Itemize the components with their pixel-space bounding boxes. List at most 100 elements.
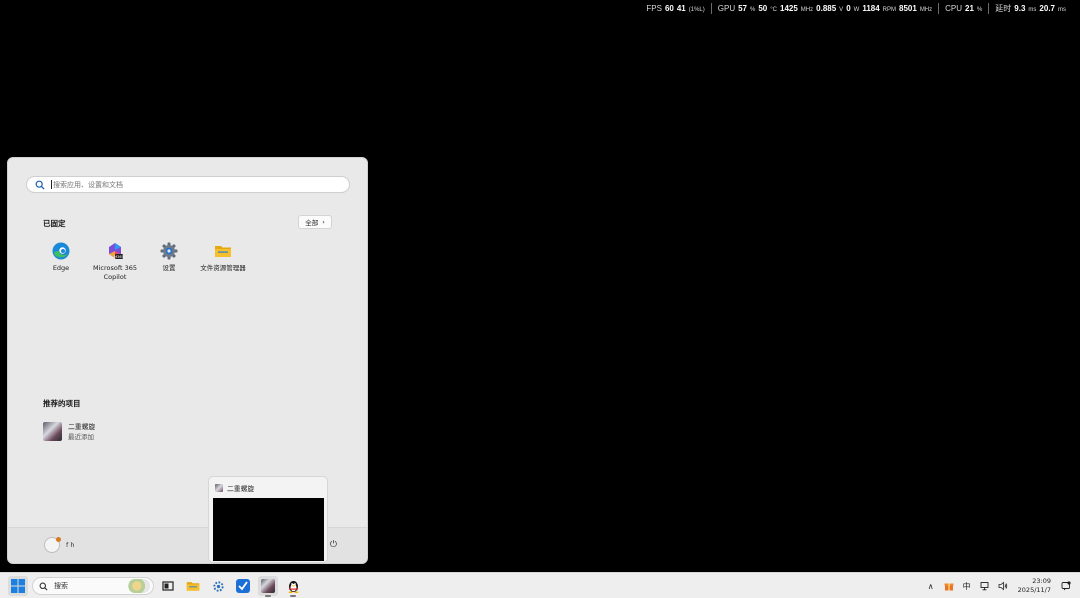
app-small-icon — [215, 484, 223, 492]
start-button[interactable] — [8, 576, 28, 596]
gpu-voltage-unit: V — [839, 6, 844, 13]
gear-sparkle-icon — [212, 580, 224, 592]
search-highlight-icon — [128, 579, 150, 593]
pinned-app-label: Microsoft 365 Copilot — [92, 264, 138, 281]
taskbar-search-label: 搜索 — [54, 582, 68, 590]
taskbar: 搜索 ∧ 中 23:09 2025/11/7 — [0, 572, 1080, 598]
latency-2: 20.7 — [1039, 3, 1055, 13]
pinned-app-label: 设置 — [162, 264, 176, 272]
fps-value: 60 — [664, 3, 674, 13]
taskbar-qq-app[interactable] — [283, 576, 303, 597]
clock-time: 23:09 — [1032, 577, 1051, 585]
gpu-group: GPU 57% 50 °C 1425 MHz 0.885 V 0W 1184 RPM 8… — [712, 4, 938, 13]
notification-glyph — [1061, 581, 1071, 591]
latency-2-unit: ms — [1058, 6, 1066, 13]
latency-1: 9.3 — [1014, 3, 1026, 13]
taskbar-window-preview[interactable]: 二重螺旋 — [208, 476, 328, 563]
network-icon[interactable] — [977, 578, 993, 594]
gpu-clock: 1425 — [780, 3, 798, 13]
all-apps-button[interactable]: 全部 › — [298, 215, 332, 229]
avatar — [44, 537, 61, 553]
fps-group: FPS 60 41 (1%L) — [640, 4, 710, 13]
search-icon — [39, 582, 48, 591]
pinned-app-settings[interactable]: 设置 — [142, 242, 196, 281]
latency-1-unit: ms — [1028, 6, 1037, 13]
game-thumbnail — [43, 421, 62, 441]
user-account-button[interactable]: f h — [44, 537, 74, 553]
gpu-usage: 57 — [738, 3, 748, 13]
search-icon — [35, 180, 45, 189]
cpu-group: CPU 21% — [939, 4, 988, 13]
system-tray: ∧ 中 23:09 2025/11/7 — [922, 573, 1080, 598]
svg-text:M365: M365 — [114, 255, 124, 259]
pinned-app-file-explorer[interactable]: 文件资源管理器 — [196, 242, 250, 281]
settings-gear-icon — [160, 242, 178, 260]
gpu-power: 0 — [846, 3, 851, 13]
taskbar-game-app[interactable] — [258, 576, 278, 597]
latency-label: 延时 — [995, 3, 1012, 13]
gift-glyph — [944, 583, 954, 591]
chevron-right-icon: › — [322, 218, 325, 226]
pinned-app-label: Edge — [52, 264, 70, 272]
fan-rpm: 1184 — [862, 3, 880, 13]
task-view-icon — [162, 581, 174, 591]
notification-icon[interactable] — [1058, 578, 1074, 594]
clock-date: 2025/11/7 — [1017, 586, 1051, 594]
mem-clock: 8501 — [899, 3, 917, 13]
start-search-box[interactable] — [26, 176, 350, 193]
latency-group: 延时 9.3 ms 20.7 ms — [989, 3, 1072, 14]
pinned-app-label: 文件资源管理器 — [200, 264, 246, 272]
mem-clock-unit: MHz — [919, 6, 933, 13]
recommended-item-subtitle: 最近添加 — [68, 433, 94, 441]
checkmark-app-icon — [236, 579, 250, 593]
pinned-title: 已固定 — [43, 219, 66, 228]
taskbar-settings-app[interactable] — [208, 576, 228, 596]
folder-icon — [215, 246, 231, 257]
gpu-usage-unit: % — [750, 6, 756, 13]
power-icon[interactable]: ⏻ — [330, 540, 337, 550]
taskbar-search[interactable]: 搜索 — [32, 577, 154, 595]
monitor-network-glyph — [980, 582, 989, 591]
gpu-power-unit: W — [853, 6, 860, 13]
speaker-glyph — [998, 581, 1007, 591]
preview-header: 二重螺旋 — [215, 483, 254, 493]
start-search-input[interactable] — [53, 180, 333, 189]
m365-copilot-icon: M365 — [109, 243, 124, 259]
text-caret — [51, 180, 52, 189]
user-name: f h — [66, 541, 75, 549]
folder-icon — [186, 582, 200, 591]
cpu-usage-unit: % — [976, 6, 983, 13]
pinned-app-edge[interactable]: Edge — [34, 242, 88, 281]
volume-icon[interactable] — [995, 578, 1011, 594]
cpu-usage: 21 — [965, 3, 974, 13]
gpu-clock-unit: MHz — [800, 6, 814, 13]
recommended-item-title: 二重螺旋 — [68, 423, 96, 431]
gift-icon[interactable] — [941, 578, 957, 594]
fan-rpm-unit: RPM — [882, 6, 897, 13]
pinned-apps-grid: Edge M365 Microsoft 365 Copilot 设置 文件资源管… — [34, 242, 250, 281]
penguin-icon — [288, 581, 298, 593]
task-view-button[interactable] — [158, 576, 178, 596]
all-apps-label: 全部 — [305, 219, 319, 227]
cpu-label: CPU — [945, 3, 963, 13]
chevron-up-icon[interactable]: ∧ — [923, 578, 939, 594]
fps-label: FPS — [646, 3, 662, 13]
recommended-title: 推荐的项目 — [43, 399, 81, 408]
fps-low-value: 41 — [676, 3, 686, 13]
preview-title: 二重螺旋 — [227, 485, 255, 493]
clock[interactable]: 23:09 2025/11/7 — [1018, 577, 1051, 595]
gpu-label: GPU — [717, 3, 736, 13]
edge-icon — [52, 242, 70, 260]
pinned-app-m365-copilot[interactable]: M365 Microsoft 365 Copilot — [88, 242, 142, 281]
ime-indicator[interactable]: 中 — [959, 578, 975, 594]
preview-window-content[interactable] — [213, 498, 324, 561]
windows-logo-icon — [11, 579, 25, 593]
gpu-temp: 50 — [758, 3, 768, 13]
gpu-voltage: 0.885 — [816, 3, 837, 13]
recommended-item[interactable]: 二重螺旋 最近添加 — [43, 421, 95, 441]
fps-low-unit: (1%L) — [688, 6, 705, 13]
performance-overlay: FPS 60 41 (1%L) GPU 57% 50 °C 1425 MHz 0.8… — [640, 2, 1072, 14]
taskbar-store-app[interactable] — [233, 576, 253, 596]
game-app-icon — [261, 579, 275, 593]
taskbar-file-explorer[interactable] — [183, 576, 203, 596]
